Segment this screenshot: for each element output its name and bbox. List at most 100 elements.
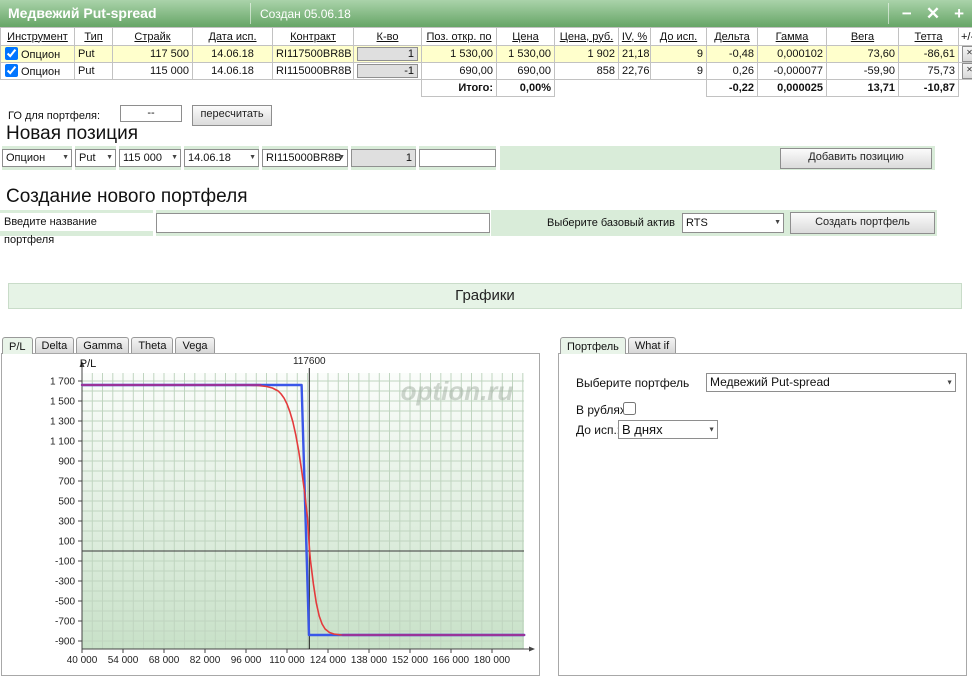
date-cell: 14.06.18 [193, 46, 273, 63]
svg-text:1 700: 1 700 [50, 377, 75, 388]
svg-text:117600: 117600 [293, 356, 326, 367]
new-position-row: Опцион▼ Put▼ 115 000▼ 14.06.18 ▼ RI115000… [2, 146, 496, 170]
col-theta[interactable]: Тетта [899, 28, 959, 46]
svg-text:1 500: 1 500 [50, 397, 75, 408]
tab-gamma[interactable]: Gamma [76, 337, 129, 353]
price-cell: 690,00 [497, 63, 555, 80]
new-price-input[interactable] [419, 149, 496, 167]
recalculate-button[interactable]: пересчитать [192, 105, 272, 126]
new-portfolio-band: Выберите базовый актив RTS▼ Создать порт… [491, 210, 937, 236]
chevron-down-icon: ▼ [171, 150, 178, 166]
svg-text:40 000: 40 000 [67, 655, 98, 666]
add-icon[interactable]: + [954, 1, 964, 26]
chevron-down-icon: ▼ [708, 421, 715, 438]
strike-cell: 115 000 [113, 63, 193, 80]
svg-text:-300: -300 [55, 577, 75, 588]
col-price[interactable]: Цена [497, 28, 555, 46]
col-strike[interactable]: Страйк [113, 28, 193, 46]
delta-cell: -0,48 [707, 46, 758, 63]
minimize-icon[interactable]: − [902, 1, 912, 26]
price-rub-cell: 1 902 [555, 46, 619, 63]
col-exp-date[interactable]: Дата исп. [193, 28, 273, 46]
theta-cell: 75,73 [899, 63, 959, 80]
add-position-button[interactable]: Добавить позицию [780, 148, 932, 169]
chevron-down-icon: ▼ [774, 214, 781, 232]
rub-checkbox[interactable] [623, 402, 636, 415]
tab-theta[interactable]: Theta [131, 337, 173, 353]
svg-text:110 000: 110 000 [269, 655, 305, 666]
col-vega[interactable]: Вега [827, 28, 899, 46]
contract-cell: RI115000BR8B [273, 63, 354, 80]
close-icon[interactable]: ✕ [926, 1, 940, 26]
svg-text:P/L: P/L [80, 358, 97, 370]
instrument-label: Опцион [21, 49, 60, 61]
theta-cell: -86,61 [899, 46, 959, 63]
col-price-rub[interactable]: Цена, руб. [555, 28, 619, 46]
totals-delta: -0,22 [707, 80, 758, 97]
margin-value-input[interactable]: -- [120, 105, 182, 122]
row-enabled-checkbox[interactable] [5, 47, 18, 60]
tab-pl[interactable]: P/L [2, 337, 33, 354]
iv-cell: 21,18 [619, 46, 651, 63]
totals-gamma: 0,000025 [758, 80, 827, 97]
tab-delta[interactable]: Delta [35, 337, 75, 353]
strike-cell: 117 500 [113, 46, 193, 63]
portfolio-name-input[interactable] [156, 213, 490, 233]
svg-text:900: 900 [58, 457, 75, 468]
open-pos-cell: 1 530,00 [422, 46, 497, 63]
portfolio-panel-tabs: Портфель What if [560, 336, 678, 353]
days-mode-select[interactable]: В днях▼ [618, 420, 718, 439]
type-cell: Put [75, 63, 113, 80]
contract-select[interactable]: RI115000BR8B▼ [262, 149, 348, 167]
svg-text:124 000: 124 000 [310, 655, 347, 666]
tab-portfolio[interactable]: Портфель [560, 337, 626, 354]
delete-position-button[interactable]: ✕ [962, 63, 972, 79]
instrument-label: Опцион [21, 66, 60, 78]
exp-date-select[interactable]: 14.06.18 ▼ [184, 149, 259, 167]
col-type[interactable]: Тип [75, 28, 113, 46]
portfolio-title: Медвежий Put-spread [8, 5, 157, 21]
chevron-down-icon: ▼ [946, 374, 953, 391]
col-qty[interactable]: К-во [354, 28, 422, 46]
select-portfolio-label: Выберите портфель [576, 376, 689, 390]
svg-text:option.ru: option.ru [401, 376, 514, 406]
date-cell: 14.06.18 [193, 63, 273, 80]
exp-date-select-value: 14.06.18 [188, 152, 231, 164]
new-portfolio-row: Введите название портфеля [0, 210, 490, 236]
base-asset-select[interactable]: RTS▼ [682, 213, 784, 233]
svg-text:138 000: 138 000 [351, 655, 388, 666]
col-iv[interactable]: IV, % [619, 28, 651, 46]
tab-what-if[interactable]: What if [628, 337, 676, 353]
qty-input[interactable]: -1 [357, 64, 418, 78]
col-open-pos[interactable]: Поз. откр. по [422, 28, 497, 46]
svg-text:100: 100 [58, 537, 75, 548]
new-position-band: Добавить позицию [500, 146, 935, 170]
col-instrument[interactable]: Инструмент [1, 28, 75, 46]
col-days[interactable]: До исп. [651, 28, 707, 46]
portfolio-select[interactable]: Медвежий Put-spread▼ [706, 373, 956, 392]
create-portfolio-button[interactable]: Создать портфель [790, 212, 935, 234]
col-gamma[interactable]: Гамма [758, 28, 827, 46]
totals-label: Итого: [422, 80, 497, 97]
col-delta[interactable]: Дельта [707, 28, 758, 46]
days-cell: 9 [651, 46, 707, 63]
qty-input[interactable]: 1 [357, 47, 418, 61]
table-row: Опцион Put 115 000 14.06.18 RI115000BR8B… [1, 63, 972, 80]
chevron-down-icon: ▼ [62, 150, 69, 166]
new-position-heading: Новая позиция [6, 123, 138, 145]
totals-vega: 13,71 [827, 80, 899, 97]
delete-position-button[interactable]: ✕ [962, 46, 972, 62]
tab-vega[interactable]: Vega [175, 337, 214, 353]
chevron-down-icon: ▼ [249, 150, 256, 166]
col-contract[interactable]: Контракт [273, 28, 354, 46]
new-qty-input[interactable]: 1 [351, 149, 416, 167]
row-enabled-checkbox[interactable] [5, 64, 18, 77]
svg-text:1 100: 1 100 [50, 437, 75, 448]
gamma-cell: -0,000077 [758, 63, 827, 80]
strike-select[interactable]: 115 000▼ [119, 149, 181, 167]
option-type-select[interactable]: Put▼ [75, 149, 116, 167]
totals-price: 0,00% [497, 80, 555, 97]
instrument-select[interactable]: Опцион▼ [2, 149, 72, 167]
price-rub-cell: 858 [555, 63, 619, 80]
margin-label: ГО для портфеля: [8, 110, 100, 122]
